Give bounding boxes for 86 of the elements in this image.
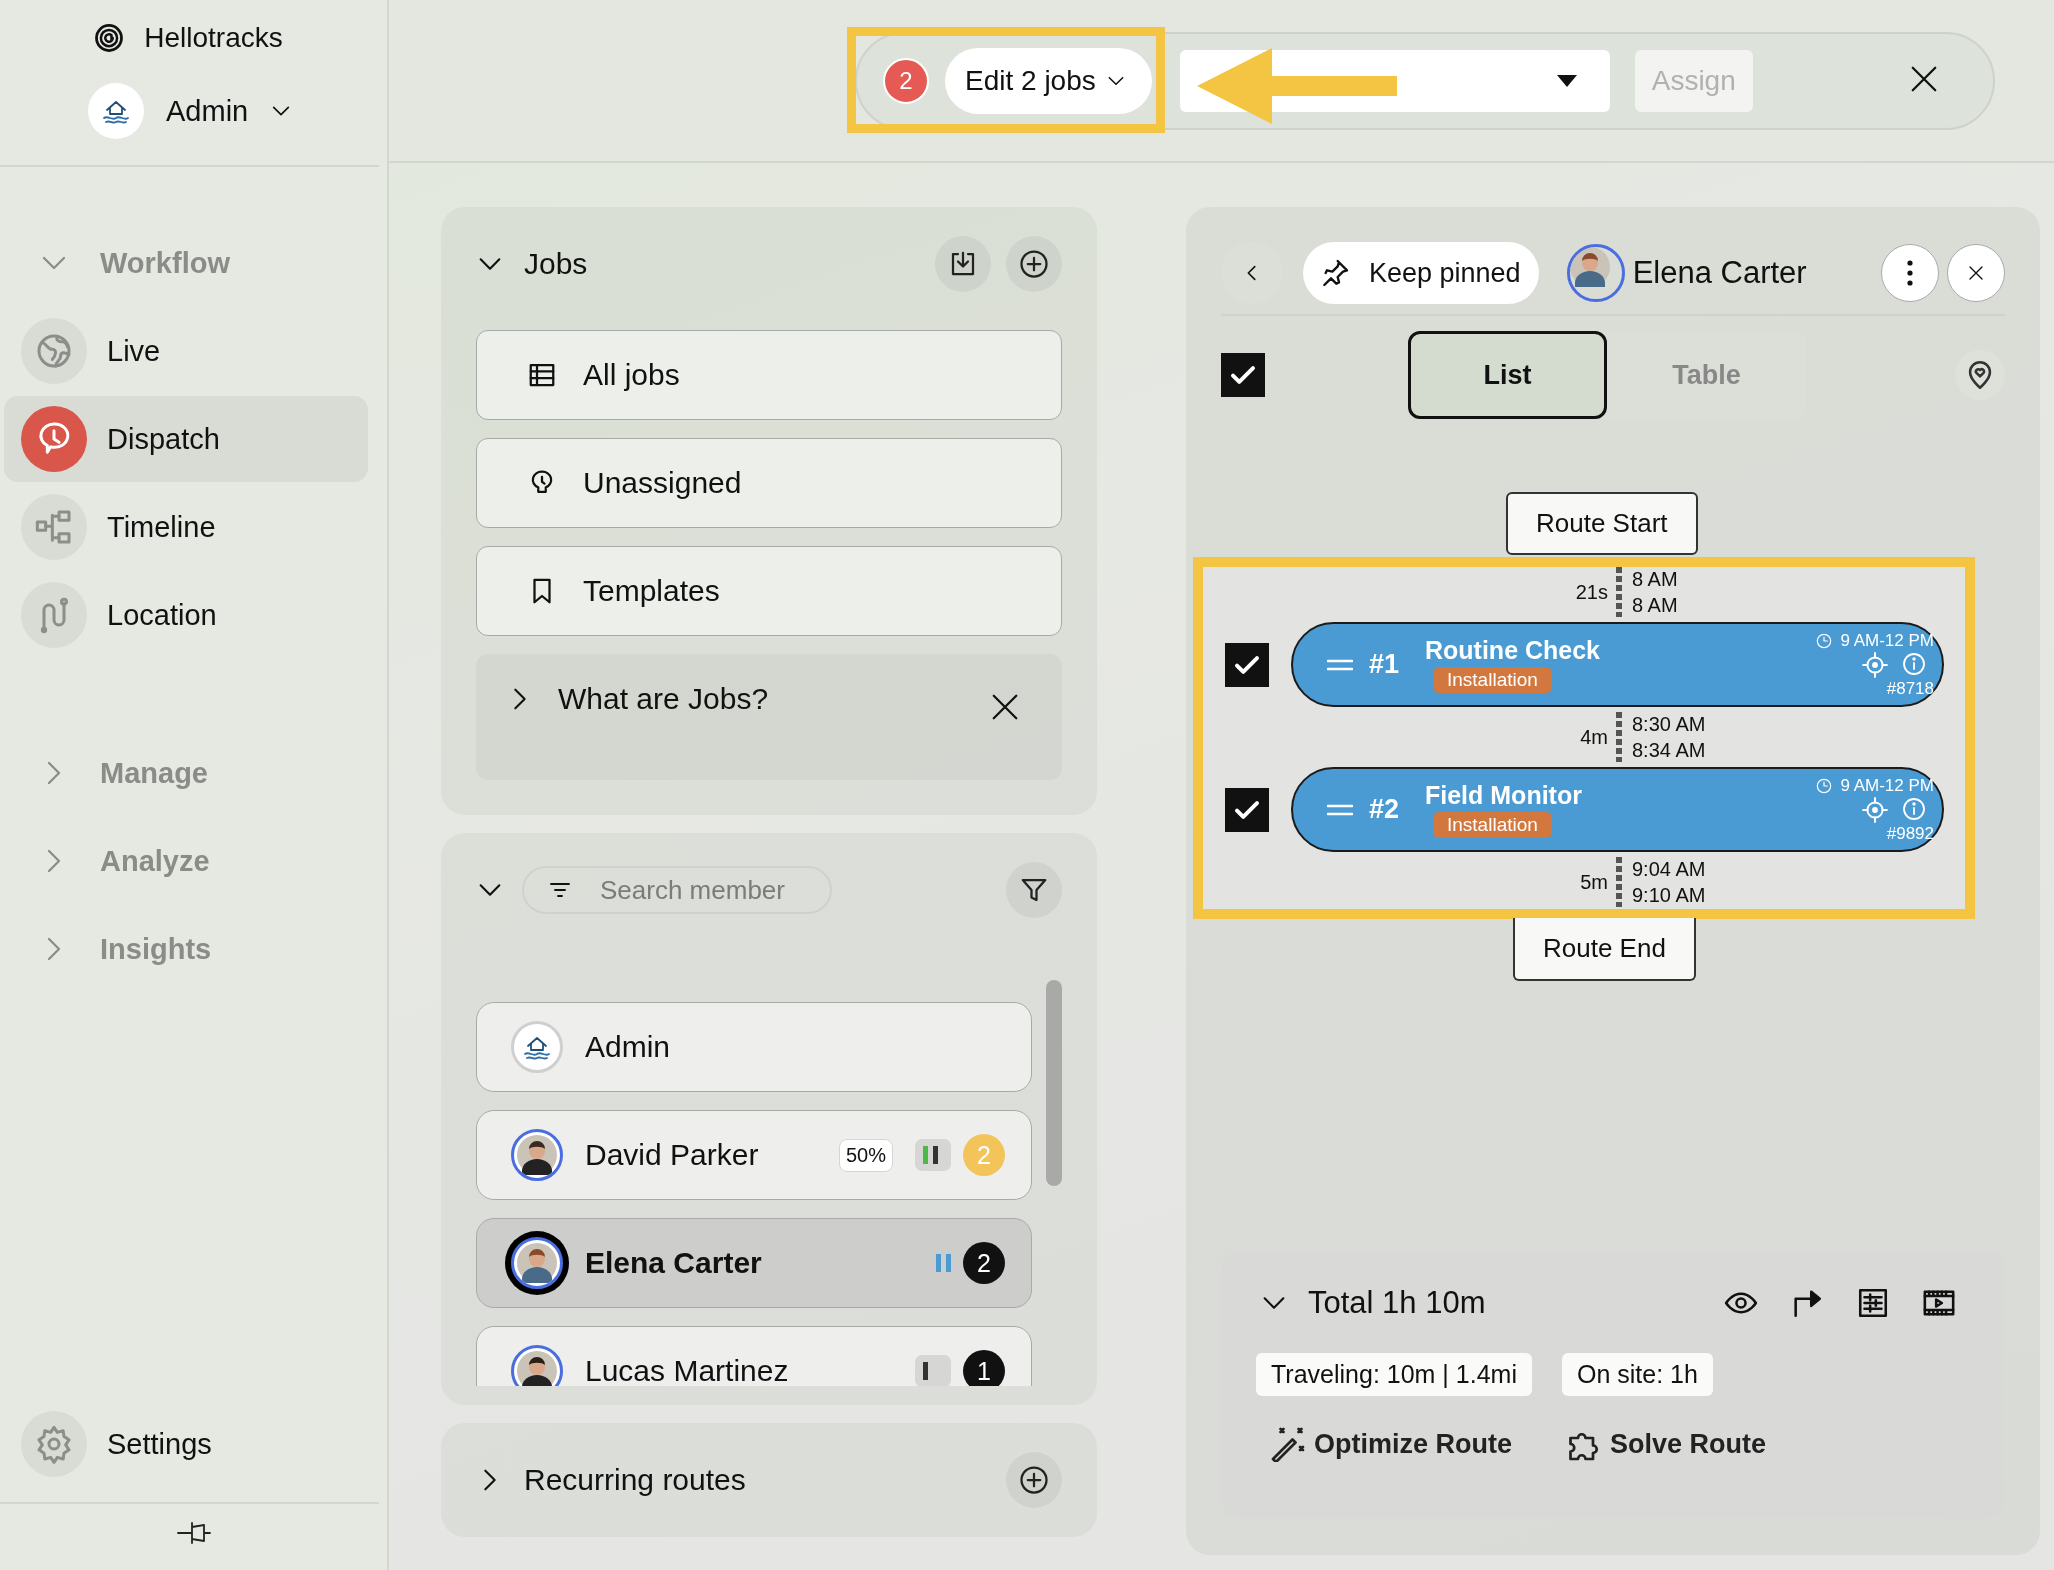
- route-action-button[interactable]: Solve Route: [1552, 1426, 1767, 1462]
- member-name: Lucas Martinez: [585, 1354, 789, 1386]
- nav-item[interactable]: Location: [4, 572, 368, 658]
- member-name: Admin: [585, 1030, 671, 1064]
- travel-duration: 21s: [1575, 580, 1608, 604]
- job-filter-button[interactable]: Unassigned: [476, 438, 1062, 528]
- dotted-connector: [1616, 857, 1622, 907]
- count-badge: 2: [963, 1134, 1005, 1176]
- account-switcher[interactable]: Admin: [88, 83, 293, 139]
- job-number: #2: [1369, 794, 1401, 825]
- sliders-icon: [1856, 1286, 1890, 1320]
- nav-item[interactable]: Timeline: [4, 484, 368, 570]
- member-name: Elena Carter: [1632, 255, 1807, 291]
- avatar: [1566, 244, 1625, 302]
- travel-duration: 5m: [1580, 870, 1608, 894]
- time-window: 9 AM-12 PM: [1840, 630, 1934, 651]
- info-toggle[interactable]: What are Jobs?: [506, 682, 769, 716]
- locate-icon: [1862, 651, 1888, 678]
- arrival-time: 8 AM: [1632, 595, 1679, 615]
- drag-handle-icon: [1327, 802, 1353, 817]
- close-icon: [1967, 264, 1985, 282]
- company-logo-icon: [511, 1021, 563, 1073]
- stat-chip: Traveling: 10m | 1.4mi: [1256, 1353, 1532, 1396]
- member-row[interactable]: Lucas Martinez 1: [476, 1326, 1032, 1386]
- departure-time: 8:30 AM: [1632, 714, 1707, 734]
- job-filter-button[interactable]: Templates: [476, 546, 1062, 636]
- route-end-button[interactable]: Route End: [1513, 918, 1696, 981]
- job-filter-button[interactable]: All jobs: [476, 330, 1062, 420]
- jobs-toggle[interactable]: Jobs: [476, 247, 588, 281]
- close-icon: [1909, 64, 1939, 94]
- member-row[interactable]: David Parker 50% 2: [476, 1110, 1032, 1200]
- job-tag: Installation: [1433, 812, 1552, 838]
- route-start-button[interactable]: Route Start: [1506, 492, 1698, 555]
- close-icon: [990, 692, 1020, 722]
- member-name: Elena Carter: [585, 1246, 762, 1280]
- stat-chip: On site: 1h: [1561, 1353, 1713, 1396]
- edit-jobs-button[interactable]: Edit 2 jobs: [945, 47, 1152, 114]
- member-name: David Parker: [585, 1138, 759, 1172]
- count-badge: 2: [883, 57, 929, 104]
- job-title: Field Monitor: [1425, 781, 1582, 810]
- member-row[interactable]: Elena Carter 2: [476, 1218, 1032, 1308]
- view-tab[interactable]: List: [1408, 331, 1607, 419]
- clock-icon: [1816, 632, 1833, 649]
- job-title: Routine Check: [1425, 636, 1601, 665]
- add-icon: [1019, 249, 1049, 279]
- app-name: Hellotracks: [144, 22, 283, 54]
- dotted-connector: [1616, 712, 1622, 762]
- route-action-button[interactable]: Optimize Route: [1256, 1426, 1512, 1462]
- travel-duration: 4m: [1580, 725, 1608, 749]
- summary-toggle[interactable]: Total 1h 10m: [1256, 1285, 1486, 1321]
- info-icon: [1902, 796, 1926, 821]
- nav-item[interactable]: Dispatch: [4, 396, 368, 482]
- time-window: 9 AM-12 PM: [1840, 775, 1934, 796]
- add-icon: [1019, 1465, 1049, 1495]
- member-row[interactable]: Admin: [476, 1002, 1032, 1092]
- magic-wand-icon: [1270, 1426, 1306, 1462]
- nav-item[interactable]: Live: [4, 308, 368, 394]
- dotted-connector: [1616, 567, 1622, 617]
- keep-pinned-button[interactable]: Keep pinned: [1303, 242, 1539, 304]
- count-badge: 1: [963, 1350, 1005, 1386]
- job-id: #8718: [1886, 678, 1934, 699]
- arrival-time: 8:34 AM: [1632, 740, 1707, 760]
- job-id: #9892: [1886, 823, 1934, 844]
- job-tag: Installation: [1433, 667, 1552, 693]
- recurring-routes-toggle[interactable]: Recurring routes: [476, 1463, 746, 1497]
- avatar: [511, 1129, 563, 1181]
- job-checkbox[interactable]: [1225, 787, 1269, 832]
- departure-time: 8 AM: [1632, 569, 1679, 589]
- job-number: #1: [1369, 649, 1401, 680]
- job-checkbox[interactable]: [1225, 642, 1269, 687]
- caret-icon: [1555, 73, 1578, 88]
- drag-handle-icon: [1327, 657, 1353, 672]
- locate-icon: [1862, 796, 1888, 823]
- clock-icon: [1816, 777, 1833, 794]
- utilization-badge: 50%: [838, 1138, 893, 1172]
- count-badge: 2: [963, 1242, 1005, 1284]
- select-all-checkbox[interactable]: [1221, 353, 1265, 397]
- nav-item[interactable]: Settings: [4, 1401, 368, 1487]
- app-logo-icon: [94, 23, 125, 53]
- avatar: [511, 1345, 563, 1386]
- info-icon: [1902, 651, 1926, 676]
- company-logo-icon: [88, 83, 144, 139]
- departure-time: 9:04 AM: [1632, 859, 1707, 879]
- kebab-icon: [1906, 259, 1914, 287]
- search-field[interactable]: Search member: [522, 866, 832, 914]
- arrival-time: 9:10 AM: [1632, 885, 1707, 905]
